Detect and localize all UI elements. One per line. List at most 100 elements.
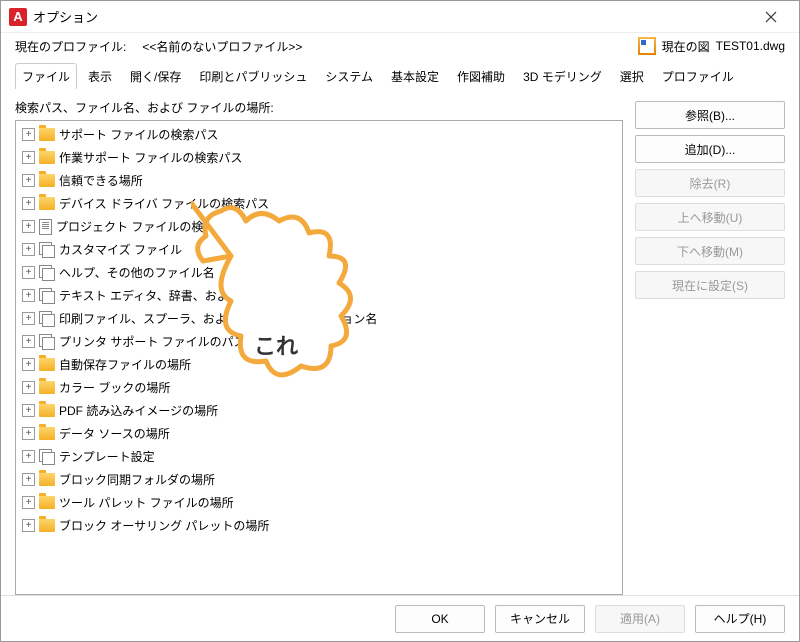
tree-node-label: 自動保存ファイルの場所 bbox=[59, 356, 191, 373]
tab-5[interactable]: 基本設定 bbox=[384, 63, 446, 89]
tree-node[interactable]: +ヘルプ、その他のファイル名 bbox=[16, 261, 622, 284]
drawing-file: TEST01.dwg bbox=[716, 39, 785, 53]
content-area: 検索パス、ファイル名、および ファイルの場所: +サポート ファイルの検索パス+… bbox=[1, 89, 799, 595]
expander-icon[interactable]: + bbox=[22, 358, 35, 371]
expander-icon[interactable]: + bbox=[22, 473, 35, 486]
expander-icon[interactable]: + bbox=[22, 197, 35, 210]
profile-name: <<名前のないプロファイル>> bbox=[142, 38, 302, 55]
tree-node[interactable]: +データ ソースの場所 bbox=[16, 422, 622, 445]
tree-node[interactable]: + 信頼できる場所 bbox=[16, 169, 622, 192]
tab-1[interactable]: 表示 bbox=[81, 63, 119, 89]
folder-icon bbox=[39, 404, 55, 417]
tab-3[interactable]: 印刷とパブリッシュ bbox=[192, 63, 314, 89]
tab-4[interactable]: システム bbox=[318, 63, 380, 89]
drawing-icon bbox=[638, 37, 656, 55]
side-button-1[interactable]: 追加(D)... bbox=[635, 135, 785, 163]
tab-bar: ファイル表示開く/保存印刷とパブリッシュシステム基本設定作図補助3D モデリング… bbox=[1, 63, 799, 89]
tree-node[interactable]: +プリンタ サポート ファイルのパス bbox=[16, 330, 622, 353]
expander-icon[interactable]: + bbox=[22, 174, 35, 187]
tree-node-label: ブロック オーサリング パレットの場所 bbox=[59, 517, 269, 534]
expander-icon[interactable]: + bbox=[22, 381, 35, 394]
multi-icon bbox=[39, 311, 55, 326]
folder-icon bbox=[39, 358, 55, 371]
tree-node-label: 信頼できる場所 bbox=[59, 172, 143, 189]
folder-icon bbox=[39, 151, 55, 164]
expander-icon[interactable]: + bbox=[22, 289, 35, 302]
expander-icon[interactable]: + bbox=[22, 427, 35, 440]
expander-icon[interactable]: + bbox=[22, 450, 35, 463]
side-button-3: 上へ移動(U) bbox=[635, 203, 785, 231]
tree-node[interactable]: + ブロック オーサリング パレットの場所 bbox=[16, 514, 622, 537]
tree-node[interactable]: + カラー ブックの場所 bbox=[16, 376, 622, 399]
tree-node-label: テンプレート設定 bbox=[59, 448, 155, 465]
expander-icon[interactable]: + bbox=[22, 496, 35, 509]
folder-icon bbox=[39, 174, 55, 187]
tree-node-label: プロジェクト ファイルの検索パス bbox=[56, 218, 239, 235]
expander-icon[interactable]: + bbox=[22, 151, 35, 164]
tree-node[interactable]: + 自動保存ファイルの場所 bbox=[16, 353, 622, 376]
tree-node[interactable]: + 印刷ファイル、スプーラ、および プロローグ セクション名 bbox=[16, 307, 622, 330]
footer-button-1[interactable]: キャンセル bbox=[495, 605, 585, 633]
folder-icon bbox=[39, 381, 55, 394]
tree-node-label: デバイス ドライバ ファイルの検索パス bbox=[59, 195, 269, 212]
tree-node[interactable]: + ブロック同期フォルダの場所 bbox=[16, 468, 622, 491]
footer: OK キャンセル適用(A) ヘルプ(H) bbox=[1, 595, 799, 641]
folder-icon bbox=[39, 519, 55, 532]
footer-button-3[interactable]: ヘルプ(H) bbox=[695, 605, 785, 633]
side-button-0[interactable]: 参照(B)... bbox=[635, 101, 785, 129]
tree-node-label: カラー ブックの場所 bbox=[59, 379, 170, 396]
footer-button-0[interactable]: OK bbox=[395, 605, 485, 633]
tree-node-label: ブロック同期フォルダの場所 bbox=[59, 471, 215, 488]
folder-icon bbox=[39, 473, 55, 486]
close-icon bbox=[765, 11, 777, 23]
close-button[interactable] bbox=[751, 3, 791, 31]
folder-icon bbox=[39, 128, 55, 141]
side-button-2: 除去(R) bbox=[635, 169, 785, 197]
app-icon: A bbox=[9, 8, 27, 26]
profile-label: 現在のプロファイル: bbox=[15, 38, 126, 55]
tree-node[interactable]: + PDF 読み込みイメージの場所 bbox=[16, 399, 622, 422]
expander-icon[interactable]: + bbox=[22, 312, 35, 325]
tree-node-label: 印刷ファイル、スプーラ、および プロローグ セクション名 bbox=[59, 310, 377, 327]
tab-8[interactable]: 選択 bbox=[613, 63, 651, 89]
expander-icon[interactable]: + bbox=[22, 220, 35, 233]
window-title: オプション bbox=[33, 7, 751, 26]
tree-node[interactable]: + テンプレート設定 bbox=[16, 445, 622, 468]
options-dialog: A オプション 現在のプロファイル: <<名前のないプロファイル>> 現在の図 … bbox=[0, 0, 800, 642]
footer-button-2[interactable]: 適用(A) bbox=[595, 605, 685, 633]
tab-2[interactable]: 開く/保存 bbox=[123, 63, 188, 89]
tree-node-label: サポート ファイルの検索パス bbox=[59, 126, 218, 143]
expander-icon[interactable]: + bbox=[22, 335, 35, 348]
tree-node[interactable]: +テキスト エディタ、辞書、およびフォント ファイル名 bbox=[16, 284, 622, 307]
multi-icon bbox=[39, 334, 55, 349]
multi-icon bbox=[39, 288, 55, 303]
folder-icon bbox=[39, 496, 55, 509]
tree-node-label: PDF 読み込みイメージの場所 bbox=[59, 402, 218, 419]
expander-icon[interactable]: + bbox=[22, 266, 35, 279]
side-buttons: 参照(B)...追加(D)...除去(R)上へ移動(U)下へ移動(M)現在に設定… bbox=[635, 99, 785, 595]
folder-icon bbox=[39, 197, 55, 210]
expander-icon[interactable]: + bbox=[22, 128, 35, 141]
tree-node[interactable]: + サポート ファイルの検索パス bbox=[16, 123, 622, 146]
tab-6[interactable]: 作図補助 bbox=[450, 63, 512, 89]
tree-container: + サポート ファイルの検索パス + 作業サポート ファイルの検索パス + 信頼できる場所… bbox=[15, 120, 623, 595]
tree-view[interactable]: + サポート ファイルの検索パス + 作業サポート ファイルの検索パス + 信頼できる場所… bbox=[16, 121, 622, 594]
tab-9[interactable]: プロファイル bbox=[655, 63, 741, 89]
tree-node[interactable]: + ツール パレット ファイルの場所 bbox=[16, 491, 622, 514]
expander-icon[interactable]: + bbox=[22, 519, 35, 532]
side-button-5: 現在に設定(S) bbox=[635, 271, 785, 299]
tree-node-label: ツール パレット ファイルの場所 bbox=[59, 494, 234, 511]
tree-node[interactable]: +カスタマイズ ファイル bbox=[16, 238, 622, 261]
tab-0[interactable]: ファイル bbox=[15, 63, 77, 89]
tab-7[interactable]: 3D モデリング bbox=[516, 63, 609, 89]
tree-node[interactable]: + プロジェクト ファイルの検索パス bbox=[16, 215, 622, 238]
expander-icon[interactable]: + bbox=[22, 243, 35, 256]
multi-icon bbox=[39, 449, 55, 464]
section-label: 検索パス、ファイル名、および ファイルの場所: bbox=[15, 99, 623, 116]
tree-node-label: 作業サポート ファイルの検索パス bbox=[59, 149, 242, 166]
tree-node[interactable]: + デバイス ドライバ ファイルの検索パス bbox=[16, 192, 622, 215]
folder-icon bbox=[39, 427, 55, 440]
drawing-label: 現在の図 bbox=[662, 38, 710, 55]
expander-icon[interactable]: + bbox=[22, 404, 35, 417]
tree-node[interactable]: + 作業サポート ファイルの検索パス bbox=[16, 146, 622, 169]
